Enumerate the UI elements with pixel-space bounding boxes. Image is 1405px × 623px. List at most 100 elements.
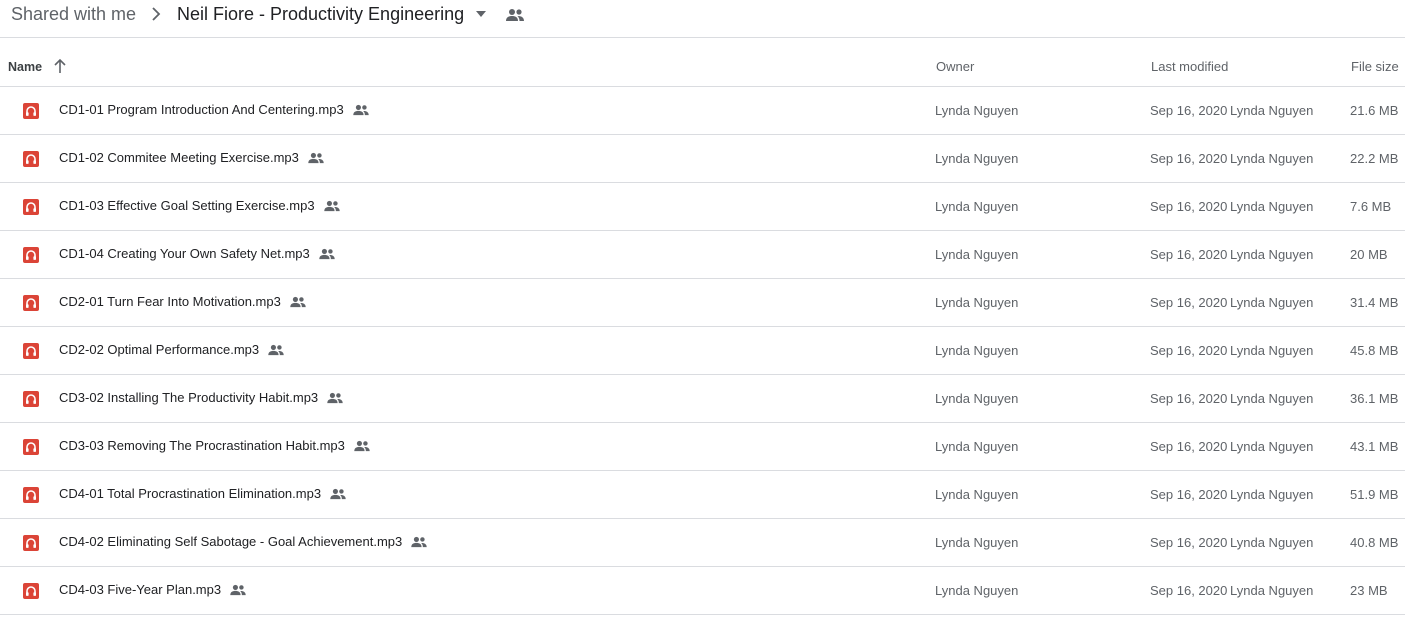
file-name: CD1-03 Effective Goal Setting Exercise.m…	[59, 198, 315, 213]
people-icon	[327, 392, 343, 404]
audio-file-icon	[23, 103, 39, 119]
file-owner: Lynda Nguyen	[935, 247, 1019, 262]
file-list: CD1-01 Program Introduction And Centerin…	[0, 87, 1405, 615]
file-modified-date: Sep 16, 2020	[1150, 151, 1228, 166]
chevron-right-icon	[152, 7, 161, 21]
file-name: CD3-02 Installing The Productivity Habit…	[59, 390, 319, 405]
file-modified-date: Sep 16, 2020	[1150, 583, 1228, 598]
file-size: 45.8 MB	[1350, 343, 1399, 358]
file-name: CD1-01 Program Introduction And Centerin…	[59, 102, 344, 117]
file-modified-by: Lynda Nguyen	[1230, 487, 1314, 502]
people-icon	[353, 104, 369, 116]
file-name: CD4-03 Five-Year Plan.mp3	[59, 582, 222, 597]
file-name: CD1-04 Creating Your Own Safety Net.mp3	[59, 246, 310, 261]
file-size: 20 MB	[1350, 247, 1388, 262]
file-owner: Lynda Nguyen	[935, 343, 1019, 358]
file-modified-by: Lynda Nguyen	[1230, 439, 1314, 454]
column-owner-header[interactable]: Owner	[936, 59, 974, 75]
audio-file-icon	[23, 295, 39, 311]
file-modified-by: Lynda Nguyen	[1230, 535, 1314, 550]
file-size: 31.4 MB	[1350, 295, 1399, 310]
file-name: CD4-02 Eliminating Self Sabotage - Goal …	[59, 534, 403, 549]
file-modified-date: Sep 16, 2020	[1150, 199, 1228, 214]
file-size: 22.2 MB	[1350, 151, 1399, 166]
breadcrumb: Shared with me Neil Fiore - Productivity…	[0, 0, 1405, 38]
file-modified-by: Lynda Nguyen	[1230, 247, 1314, 262]
file-modified-by: Lynda Nguyen	[1230, 103, 1314, 118]
audio-file-icon	[23, 487, 39, 503]
file-size: 23 MB	[1350, 583, 1388, 598]
breadcrumb-current-folder[interactable]: Neil Fiore - Productivity Engineering	[177, 2, 464, 26]
people-icon	[354, 440, 370, 452]
file-owner: Lynda Nguyen	[935, 391, 1019, 406]
file-modified-date: Sep 16, 2020	[1150, 391, 1228, 406]
people-icon	[319, 248, 335, 260]
file-size: 51.9 MB	[1350, 487, 1399, 502]
people-icon	[230, 584, 246, 596]
audio-file-icon	[23, 151, 39, 167]
file-modified-date: Sep 16, 2020	[1150, 439, 1228, 454]
file-modified-by: Lynda Nguyen	[1230, 391, 1314, 406]
column-last-modified-header[interactable]: Last modified	[1151, 59, 1228, 75]
audio-file-icon	[23, 391, 39, 407]
file-owner: Lynda Nguyen	[935, 295, 1019, 310]
file-name: CD2-01 Turn Fear Into Motivation.mp3	[59, 294, 281, 309]
people-icon	[506, 9, 524, 21]
file-name: CD3-03 Removing The Procrastination Habi…	[59, 438, 345, 453]
audio-file-icon	[23, 247, 39, 263]
file-owner: Lynda Nguyen	[935, 487, 1019, 502]
file-name: CD2-02 Optimal Performance.mp3	[59, 342, 260, 357]
table-row[interactable]: CD4-01 Total Procrastination Elimination…	[0, 471, 1405, 519]
file-size: 40.8 MB	[1350, 535, 1399, 550]
file-size: 36.1 MB	[1350, 391, 1399, 406]
file-modified-date: Sep 16, 2020	[1150, 295, 1228, 310]
file-size: 21.6 MB	[1350, 103, 1399, 118]
table-row[interactable]: CD2-02 Optimal Performance.mp3 Lynda Ngu…	[0, 327, 1405, 375]
file-size: 43.1 MB	[1350, 439, 1399, 454]
file-size: 7.6 MB	[1350, 199, 1392, 214]
people-icon	[308, 152, 324, 164]
audio-file-icon	[23, 535, 39, 551]
table-row[interactable]: CD1-01 Program Introduction And Centerin…	[0, 87, 1405, 135]
file-owner: Lynda Nguyen	[935, 103, 1019, 118]
file-modified-by: Lynda Nguyen	[1230, 295, 1314, 310]
audio-file-icon	[23, 583, 39, 599]
file-name: CD1-02 Commitee Meeting Exercise.mp3	[59, 150, 299, 165]
file-modified-by: Lynda Nguyen	[1230, 343, 1314, 358]
file-owner: Lynda Nguyen	[935, 439, 1019, 454]
audio-file-icon	[23, 343, 39, 359]
file-modified-date: Sep 16, 2020	[1150, 487, 1228, 502]
people-icon	[268, 344, 284, 356]
arrow-up-icon[interactable]	[53, 58, 67, 74]
file-modified-date: Sep 16, 2020	[1150, 103, 1228, 118]
people-icon	[411, 536, 427, 548]
column-file-size-header[interactable]: File size	[1351, 59, 1399, 75]
column-header-row: Name Owner Last modified File size	[0, 38, 1405, 87]
people-icon	[330, 488, 346, 500]
file-modified-by: Lynda Nguyen	[1230, 151, 1314, 166]
file-owner: Lynda Nguyen	[935, 535, 1019, 550]
table-row[interactable]: CD4-03 Five-Year Plan.mp3 Lynda Nguyen S…	[0, 567, 1405, 615]
file-owner: Lynda Nguyen	[935, 199, 1019, 214]
table-row[interactable]: CD4-02 Eliminating Self Sabotage - Goal …	[0, 519, 1405, 567]
table-row[interactable]: CD1-03 Effective Goal Setting Exercise.m…	[0, 183, 1405, 231]
file-modified-date: Sep 16, 2020	[1150, 247, 1228, 262]
audio-file-icon	[23, 439, 39, 455]
file-owner: Lynda Nguyen	[935, 151, 1019, 166]
audio-file-icon	[23, 199, 39, 215]
breadcrumb-shared-with-me[interactable]: Shared with me	[11, 2, 136, 26]
file-modified-by: Lynda Nguyen	[1230, 199, 1314, 214]
caret-down-icon[interactable]	[474, 9, 488, 19]
table-row[interactable]: CD2-01 Turn Fear Into Motivation.mp3 Lyn…	[0, 279, 1405, 327]
column-name-header[interactable]: Name	[8, 59, 42, 75]
table-row[interactable]: CD1-04 Creating Your Own Safety Net.mp3 …	[0, 231, 1405, 279]
people-icon	[290, 296, 306, 308]
file-modified-date: Sep 16, 2020	[1150, 343, 1228, 358]
people-icon	[323, 200, 340, 212]
table-row[interactable]: CD3-03 Removing The Procrastination Habi…	[0, 423, 1405, 471]
file-owner: Lynda Nguyen	[935, 583, 1019, 598]
table-row[interactable]: CD3-02 Installing The Productivity Habit…	[0, 375, 1405, 423]
file-name: CD4-01 Total Procrastination Elimination…	[59, 486, 322, 501]
file-modified-date: Sep 16, 2020	[1150, 535, 1228, 550]
table-row[interactable]: CD1-02 Commitee Meeting Exercise.mp3 Lyn…	[0, 135, 1405, 183]
